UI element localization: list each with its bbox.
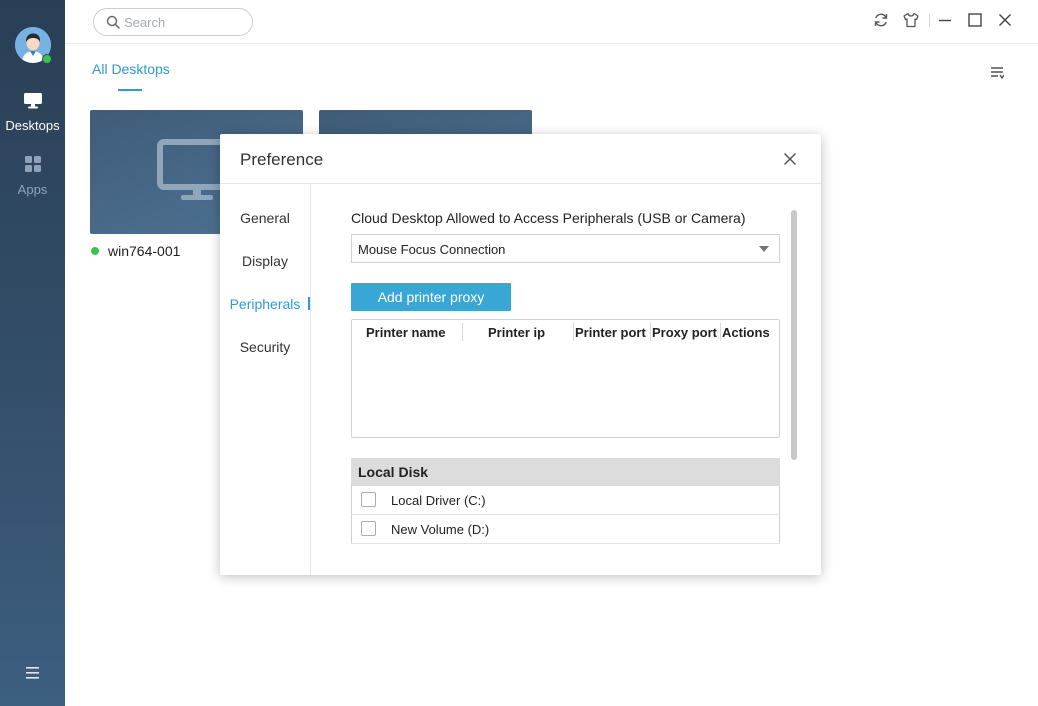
nav-desktops[interactable]: Desktops: [0, 92, 65, 133]
apps-grid-icon: [24, 156, 41, 172]
column-header-proxy-port: Proxy port: [652, 325, 718, 340]
column-header-printer-name: Printer name: [366, 325, 446, 340]
local-disk-title: Local Disk: [358, 464, 429, 480]
desktop-status-dot: [91, 247, 99, 255]
local-disk-checkbox[interactable]: [361, 492, 376, 507]
column-separator: [462, 323, 463, 341]
desktop-name-label: win764-001: [108, 243, 181, 259]
skin-icon[interactable]: [902, 11, 920, 29]
dialog-nav-active-indicator: [308, 297, 310, 310]
local-disk-header: Local Disk: [351, 458, 780, 486]
chevron-down-icon: [759, 246, 769, 252]
dialog-title: Preference: [240, 150, 324, 169]
peripheral-access-label: Cloud Desktop Allowed to Access Peripher…: [351, 210, 746, 226]
topbar-divider: [65, 43, 1038, 44]
dialog-nav-display[interactable]: Display: [220, 253, 310, 269]
nav-apps-label: Apps: [17, 182, 48, 197]
column-header-actions: Actions: [722, 325, 770, 340]
close-icon[interactable]: [996, 11, 1014, 29]
refresh-icon[interactable]: [872, 11, 890, 29]
peripheral-access-value: Mouse Focus Connection: [358, 242, 506, 257]
column-separator: [573, 323, 574, 341]
tab-all-desktops[interactable]: All Desktops: [92, 61, 170, 77]
search-box[interactable]: [93, 8, 253, 36]
printer-proxy-table: Printer name Printer ip Printer port Pro…: [351, 319, 780, 438]
local-disk-row[interactable]: New Volume (D:): [351, 515, 780, 544]
list-settings-icon[interactable]: [990, 66, 1005, 85]
hamburger-menu-icon[interactable]: [26, 666, 39, 679]
peripherals-panel: Cloud Desktop Allowed to Access Peripher…: [311, 184, 821, 544]
maximize-icon[interactable]: [966, 11, 984, 29]
dialog-nav-security[interactable]: Security: [220, 339, 310, 355]
dialog-nav-general[interactable]: General: [220, 210, 310, 226]
toolbar-divider: [929, 14, 930, 27]
minimize-icon[interactable]: [936, 11, 954, 29]
tab-active-indicator: [118, 89, 142, 91]
desktop-name[interactable]: win764-001: [91, 243, 180, 259]
local-disk-checkbox[interactable]: [361, 521, 376, 536]
add-printer-proxy-button[interactable]: Add printer proxy: [351, 283, 511, 311]
column-separator: [650, 323, 651, 341]
sidebar: Desktops Apps: [0, 0, 65, 706]
nav-desktops-label: Desktops: [5, 118, 60, 133]
local-disk-row[interactable]: Local Driver (C:): [351, 486, 780, 515]
local-disk-list: Local Disk Local Driver (C:) New Volume …: [351, 458, 780, 544]
dialog-close-icon[interactable]: [783, 152, 797, 166]
column-header-printer-port: Printer port: [575, 325, 646, 340]
peripheral-access-select[interactable]: Mouse Focus Connection: [351, 234, 780, 263]
nav-apps[interactable]: Apps: [0, 155, 65, 197]
column-header-printer-ip: Printer ip: [488, 325, 546, 340]
column-separator: [720, 323, 721, 341]
local-disk-label: New Volume (D:): [391, 522, 490, 537]
online-status-dot: [42, 54, 52, 64]
monitor-icon: [23, 93, 42, 109]
dialog-scrollbar[interactable]: [791, 210, 797, 460]
search-input[interactable]: [124, 14, 244, 30]
local-disk-label: Local Driver (C:): [391, 493, 486, 508]
dialog-nav-peripherals[interactable]: Peripherals: [220, 296, 310, 312]
search-icon: [106, 15, 120, 34]
preference-dialog: Preference General Display Peripherals S…: [220, 134, 821, 575]
